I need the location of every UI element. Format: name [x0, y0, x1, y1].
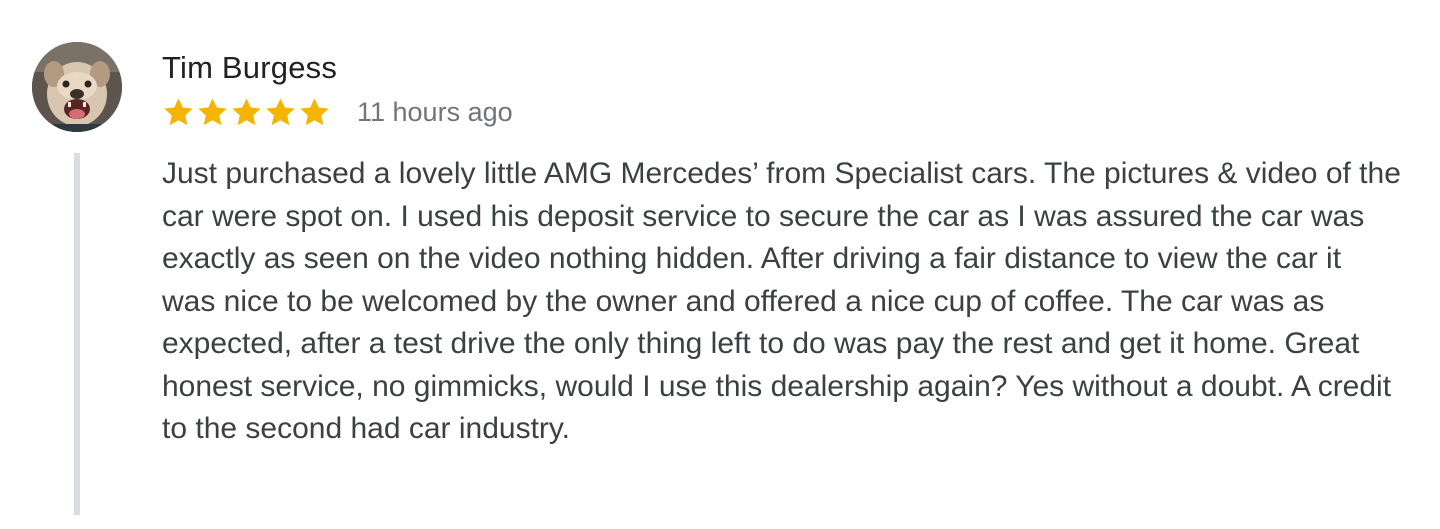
bulldog-avatar-image — [32, 42, 122, 132]
star-icon — [164, 97, 193, 125]
review-meta: 11 hours ago — [162, 92, 513, 132]
star-rating — [162, 96, 331, 129]
review-text: Just purchased a lovely little AMG Merce… — [162, 157, 1401, 445]
avatar[interactable] — [32, 42, 122, 132]
star-icon — [300, 97, 329, 125]
star-icon — [266, 97, 295, 125]
reviewer-name[interactable]: Tim Burgess — [162, 48, 337, 88]
review-card: Tim Burgess 11 hours ago Just purchased … — [0, 0, 1440, 529]
star-icon — [232, 97, 261, 125]
review-timestamp: 11 hours ago — [357, 97, 513, 127]
star-icon — [198, 97, 227, 125]
thread-divider — [74, 153, 80, 515]
